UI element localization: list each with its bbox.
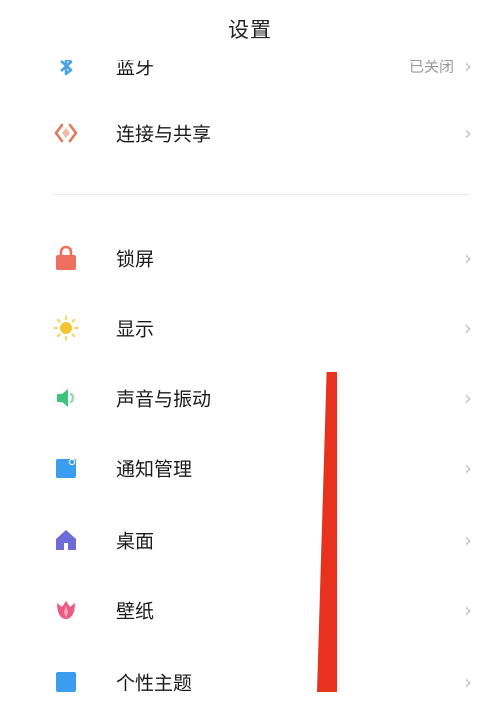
settings-item-label: 壁纸 <box>116 600 155 623</box>
chevron-right-icon: › <box>464 670 472 694</box>
settings-item-label: 桌面 <box>116 530 155 553</box>
settings-item-connection-share[interactable]: 连接与共享 › <box>0 103 500 163</box>
lock-icon <box>52 244 80 272</box>
group-divider <box>52 194 470 195</box>
wallpaper-icon <box>52 596 80 624</box>
chevron-right-icon: › <box>464 54 472 78</box>
notification-icon <box>52 454 80 482</box>
chevron-right-icon: › <box>464 316 472 340</box>
settings-item-value: 已关闭 <box>408 57 454 76</box>
settings-item-label: 连接与共享 <box>116 123 212 146</box>
settings-item-wallpaper[interactable]: 壁纸 › <box>0 580 500 640</box>
settings-item-home-screen[interactable]: 桌面 › <box>0 510 500 570</box>
chevron-right-icon: › <box>464 598 472 622</box>
theme-icon <box>52 668 80 696</box>
settings-item-label: 通知管理 <box>116 458 193 481</box>
home-icon <box>52 526 80 554</box>
settings-item-notifications[interactable]: 通知管理 › <box>0 438 500 498</box>
chevron-right-icon: › <box>464 528 472 552</box>
settings-item-label: 锁屏 <box>116 248 155 271</box>
chevron-right-icon: › <box>464 246 472 270</box>
settings-item-bluetooth[interactable]: 蓝牙 已关闭 › <box>0 54 500 96</box>
chevron-right-icon: › <box>464 121 472 145</box>
chevron-right-icon: › <box>464 386 472 410</box>
settings-item-label: 显示 <box>116 318 155 341</box>
settings-item-lock-screen[interactable]: 锁屏 › <box>0 228 500 288</box>
sun-icon <box>52 314 80 342</box>
settings-item-label: 个性主题 <box>116 672 193 695</box>
share-icon <box>52 119 80 147</box>
settings-item-sound-vibration[interactable]: 声音与振动 › <box>0 368 500 428</box>
settings-item-label: 声音与振动 <box>116 388 212 411</box>
chevron-right-icon: › <box>464 456 472 480</box>
page-title: 设置 <box>228 18 272 42</box>
settings-item-themes[interactable]: 个性主题 › <box>0 652 500 712</box>
settings-item-display[interactable]: 显示 › <box>0 298 500 358</box>
bluetooth-icon <box>52 60 80 80</box>
speaker-icon <box>52 384 80 412</box>
settings-item-label: 蓝牙 <box>116 56 155 79</box>
